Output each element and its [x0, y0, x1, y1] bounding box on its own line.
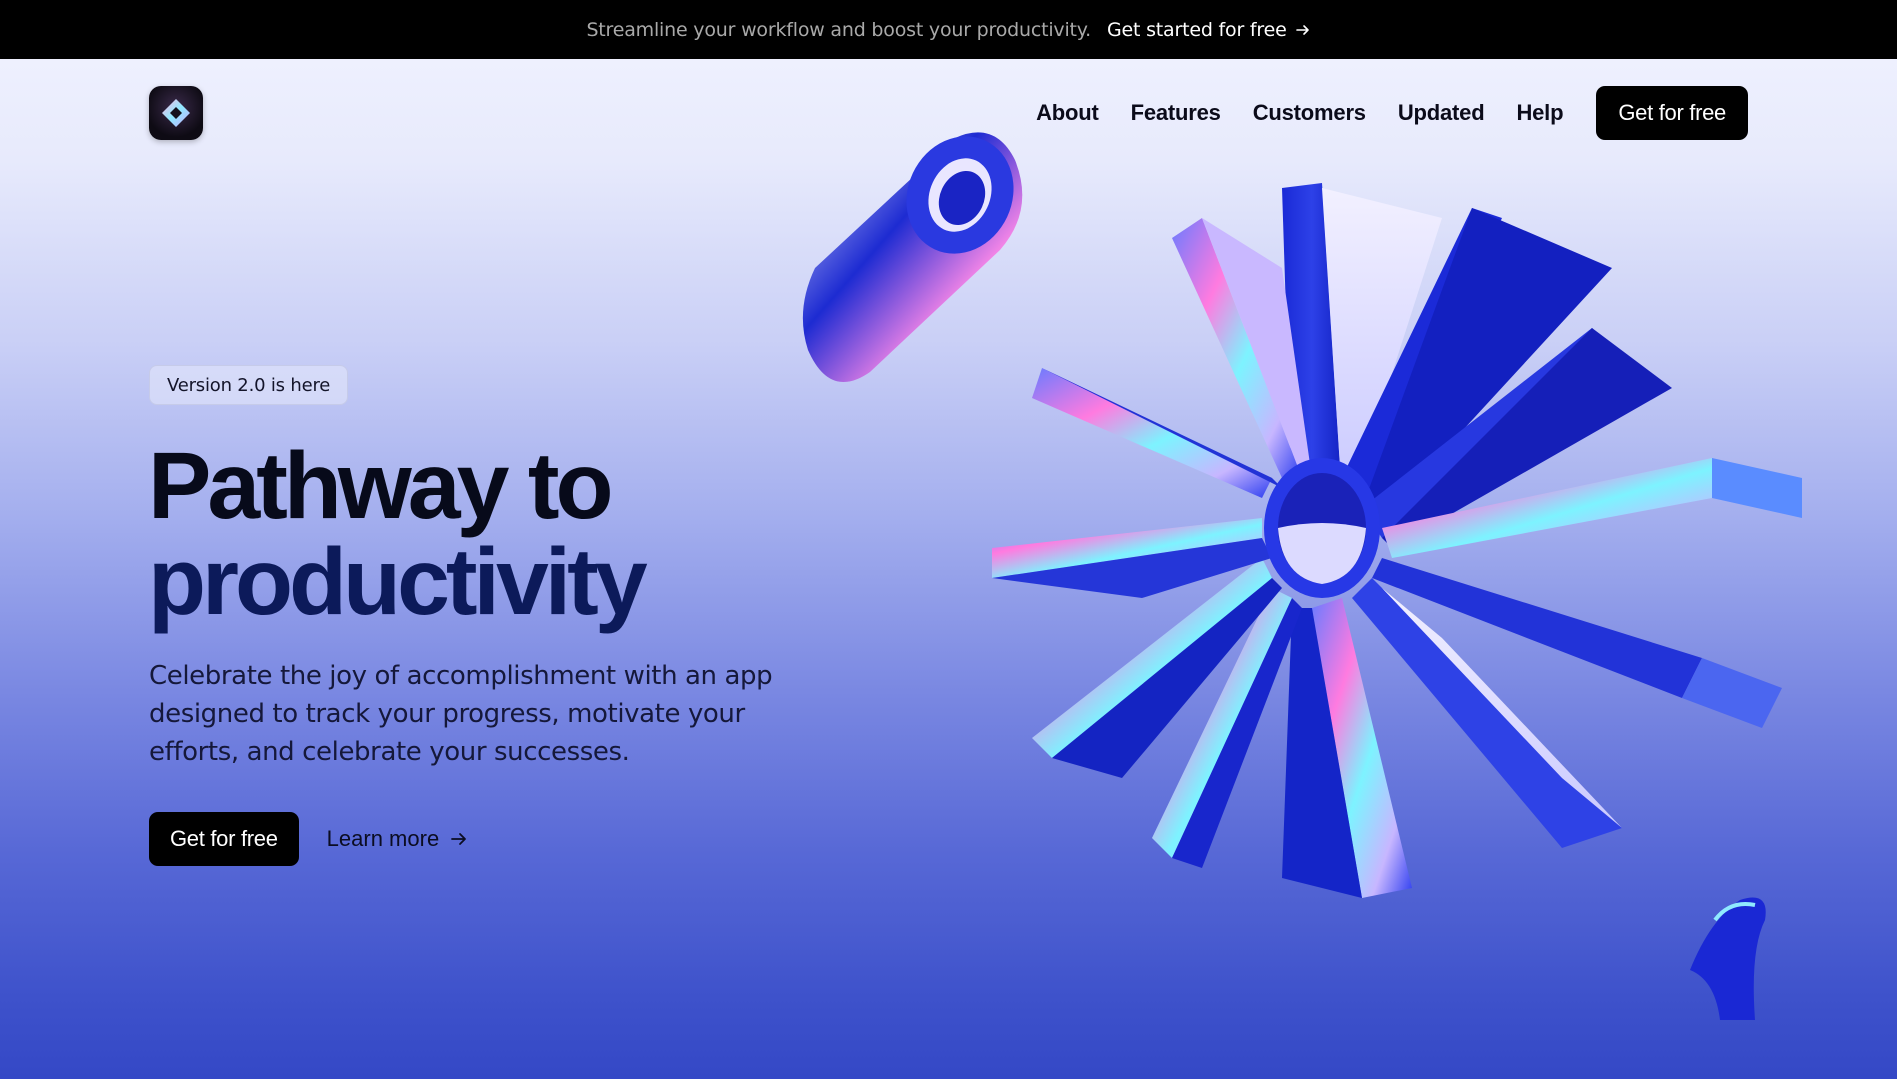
tube-shape — [802, 132, 1023, 383]
hero-section: About Features Customers Updated Help Ge… — [0, 59, 1897, 1079]
diamond-logo-icon — [162, 99, 190, 127]
starburst-shape — [992, 183, 1802, 898]
brand-logo[interactable] — [149, 86, 203, 140]
announcement-message: Streamline your workflow and boost your … — [586, 18, 1091, 41]
announcement-cta-label: Get started for free — [1106, 18, 1287, 41]
version-badge: Version 2.0 is here — [149, 365, 349, 405]
arrow-right-icon — [451, 833, 467, 845]
arrow-right-icon — [1295, 24, 1309, 35]
hero-get-for-free-button[interactable]: Get for free — [149, 812, 299, 866]
hero-3d-illustration — [802, 132, 1802, 1020]
learn-more-link[interactable]: Learn more — [327, 826, 470, 852]
hook-shape — [1690, 897, 1766, 1020]
hero-title-line-2: productivity — [148, 529, 648, 635]
learn-more-label: Learn more — [326, 826, 440, 851]
announcement-cta-link[interactable]: Get started for free — [1107, 19, 1311, 41]
hero-description: Celebrate the joy of accomplishment with… — [149, 661, 773, 767]
hero-title: Pathway to productivity — [148, 438, 848, 630]
hero-title-line-1: Pathway to — [148, 433, 614, 539]
hero-cta-row: Get for free Learn more — [149, 812, 469, 866]
announcement-bar: Streamline your workflow and boost your … — [0, 0, 1897, 59]
